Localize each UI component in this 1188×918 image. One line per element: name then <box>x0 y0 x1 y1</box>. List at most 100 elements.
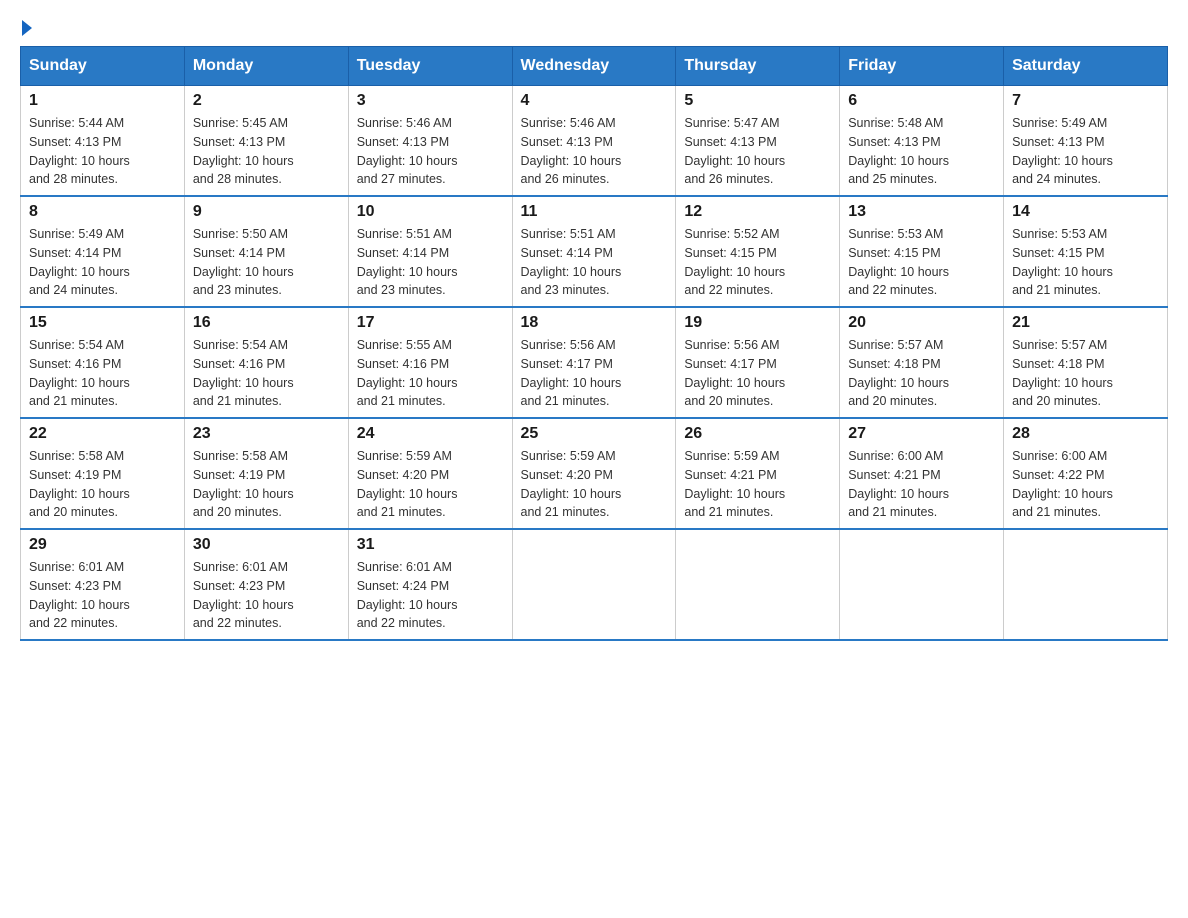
day-number: 25 <box>521 425 668 443</box>
day-number: 15 <box>29 314 176 332</box>
calendar-day-cell: 26 Sunrise: 5:59 AMSunset: 4:21 PMDayligh… <box>676 418 840 529</box>
logo-triangle-icon <box>22 20 32 36</box>
day-info: Sunrise: 5:47 AMSunset: 4:13 PMDaylight:… <box>684 114 831 189</box>
calendar-day-cell: 2 Sunrise: 5:45 AMSunset: 4:13 PMDaylight… <box>184 86 348 197</box>
day-info: Sunrise: 6:00 AMSunset: 4:22 PMDaylight:… <box>1012 447 1159 522</box>
day-number: 21 <box>1012 314 1159 332</box>
day-info: Sunrise: 5:54 AMSunset: 4:16 PMDaylight:… <box>29 336 176 411</box>
calendar-day-cell: 4 Sunrise: 5:46 AMSunset: 4:13 PMDaylight… <box>512 86 676 197</box>
day-number: 18 <box>521 314 668 332</box>
calendar-day-cell: 15 Sunrise: 5:54 AMSunset: 4:16 PMDayligh… <box>21 307 185 418</box>
day-info: Sunrise: 5:50 AMSunset: 4:14 PMDaylight:… <box>193 225 340 300</box>
day-info: Sunrise: 5:58 AMSunset: 4:19 PMDaylight:… <box>29 447 176 522</box>
day-info: Sunrise: 5:48 AMSunset: 4:13 PMDaylight:… <box>848 114 995 189</box>
day-info: Sunrise: 6:01 AMSunset: 4:24 PMDaylight:… <box>357 558 504 633</box>
calendar-day-cell: 16Sunrise: 5:54 AMSunset: 4:16 PMDayligh… <box>184 307 348 418</box>
day-info: Sunrise: 5:46 AMSunset: 4:13 PMDaylight:… <box>521 114 668 189</box>
day-number: 29 <box>29 536 176 554</box>
calendar-day-cell: 22 Sunrise: 5:58 AMSunset: 4:19 PMDayligh… <box>21 418 185 529</box>
calendar-day-cell: 18 Sunrise: 5:56 AMSunset: 4:17 PMDayligh… <box>512 307 676 418</box>
calendar-day-cell: 7 Sunrise: 5:49 AMSunset: 4:13 PMDaylight… <box>1004 86 1168 197</box>
calendar-day-cell: 19Sunrise: 5:56 AMSunset: 4:17 PMDayligh… <box>676 307 840 418</box>
day-number: 31 <box>357 536 504 554</box>
day-info: Sunrise: 5:49 AMSunset: 4:14 PMDaylight:… <box>29 225 176 300</box>
day-number: 4 <box>521 92 668 110</box>
day-number: 10 <box>357 203 504 221</box>
page-header <box>20 20 1168 36</box>
calendar-day-cell: 31 Sunrise: 6:01 AMSunset: 4:24 PMDayligh… <box>348 529 512 640</box>
weekday-header-wednesday: Wednesday <box>512 47 676 86</box>
calendar-day-cell: 21Sunrise: 5:57 AMSunset: 4:18 PMDayligh… <box>1004 307 1168 418</box>
day-info: Sunrise: 5:57 AMSunset: 4:18 PMDaylight:… <box>848 336 995 411</box>
weekday-header-monday: Monday <box>184 47 348 86</box>
day-info: Sunrise: 5:44 AMSunset: 4:13 PMDaylight:… <box>29 114 176 189</box>
calendar-day-cell: 5 Sunrise: 5:47 AMSunset: 4:13 PMDaylight… <box>676 86 840 197</box>
calendar-day-cell: 6 Sunrise: 5:48 AMSunset: 4:13 PMDaylight… <box>840 86 1004 197</box>
calendar-day-cell <box>840 529 1004 640</box>
day-number: 27 <box>848 425 995 443</box>
day-info: Sunrise: 5:59 AMSunset: 4:20 PMDaylight:… <box>521 447 668 522</box>
day-info: Sunrise: 6:01 AMSunset: 4:23 PMDaylight:… <box>193 558 340 633</box>
calendar-day-cell: 28Sunrise: 6:00 AMSunset: 4:22 PMDayligh… <box>1004 418 1168 529</box>
day-info: Sunrise: 6:00 AMSunset: 4:21 PMDaylight:… <box>848 447 995 522</box>
calendar-week-row: 15 Sunrise: 5:54 AMSunset: 4:16 PMDayligh… <box>21 307 1168 418</box>
calendar-day-cell: 13 Sunrise: 5:53 AMSunset: 4:15 PMDayligh… <box>840 196 1004 307</box>
weekday-header-thursday: Thursday <box>676 47 840 86</box>
day-number: 26 <box>684 425 831 443</box>
day-number: 3 <box>357 92 504 110</box>
day-info: Sunrise: 5:53 AMSunset: 4:15 PMDaylight:… <box>1012 225 1159 300</box>
calendar-day-cell: 8 Sunrise: 5:49 AMSunset: 4:14 PMDaylight… <box>21 196 185 307</box>
weekday-header-tuesday: Tuesday <box>348 47 512 86</box>
day-number: 22 <box>29 425 176 443</box>
calendar-day-cell: 29 Sunrise: 6:01 AMSunset: 4:23 PMDayligh… <box>21 529 185 640</box>
day-info: Sunrise: 5:45 AMSunset: 4:13 PMDaylight:… <box>193 114 340 189</box>
day-number: 17 <box>357 314 504 332</box>
day-info: Sunrise: 5:54 AMSunset: 4:16 PMDaylight:… <box>193 336 340 411</box>
weekday-header-row: SundayMondayTuesdayWednesdayThursdayFrid… <box>21 47 1168 86</box>
calendar-day-cell <box>512 529 676 640</box>
calendar-day-cell: 3 Sunrise: 5:46 AMSunset: 4:13 PMDaylight… <box>348 86 512 197</box>
day-number: 20 <box>848 314 995 332</box>
day-number: 9 <box>193 203 340 221</box>
calendar-week-row: 8 Sunrise: 5:49 AMSunset: 4:14 PMDaylight… <box>21 196 1168 307</box>
weekday-header-friday: Friday <box>840 47 1004 86</box>
day-info: Sunrise: 5:59 AMSunset: 4:21 PMDaylight:… <box>684 447 831 522</box>
day-number: 19 <box>684 314 831 332</box>
calendar-day-cell <box>676 529 840 640</box>
day-info: Sunrise: 5:51 AMSunset: 4:14 PMDaylight:… <box>357 225 504 300</box>
calendar-week-row: 22 Sunrise: 5:58 AMSunset: 4:19 PMDayligh… <box>21 418 1168 529</box>
calendar-day-cell: 11Sunrise: 5:51 AMSunset: 4:14 PMDayligh… <box>512 196 676 307</box>
day-number: 5 <box>684 92 831 110</box>
day-number: 8 <box>29 203 176 221</box>
day-info: Sunrise: 5:56 AMSunset: 4:17 PMDaylight:… <box>521 336 668 411</box>
day-number: 12 <box>684 203 831 221</box>
calendar-day-cell <box>1004 529 1168 640</box>
calendar-day-cell: 17Sunrise: 5:55 AMSunset: 4:16 PMDayligh… <box>348 307 512 418</box>
day-number: 2 <box>193 92 340 110</box>
day-number: 13 <box>848 203 995 221</box>
day-info: Sunrise: 5:46 AMSunset: 4:13 PMDaylight:… <box>357 114 504 189</box>
calendar-day-cell: 24 Sunrise: 5:59 AMSunset: 4:20 PMDayligh… <box>348 418 512 529</box>
calendar-day-cell: 27 Sunrise: 6:00 AMSunset: 4:21 PMDayligh… <box>840 418 1004 529</box>
day-number: 30 <box>193 536 340 554</box>
day-info: Sunrise: 5:58 AMSunset: 4:19 PMDaylight:… <box>193 447 340 522</box>
day-number: 6 <box>848 92 995 110</box>
day-info: Sunrise: 5:49 AMSunset: 4:13 PMDaylight:… <box>1012 114 1159 189</box>
day-number: 24 <box>357 425 504 443</box>
day-info: Sunrise: 6:01 AMSunset: 4:23 PMDaylight:… <box>29 558 176 633</box>
calendar-week-row: 29 Sunrise: 6:01 AMSunset: 4:23 PMDayligh… <box>21 529 1168 640</box>
day-info: Sunrise: 5:51 AMSunset: 4:14 PMDaylight:… <box>521 225 668 300</box>
weekday-header-saturday: Saturday <box>1004 47 1168 86</box>
calendar-day-cell: 9 Sunrise: 5:50 AMSunset: 4:14 PMDaylight… <box>184 196 348 307</box>
calendar-table: SundayMondayTuesdayWednesdayThursdayFrid… <box>20 46 1168 641</box>
day-info: Sunrise: 5:53 AMSunset: 4:15 PMDaylight:… <box>848 225 995 300</box>
calendar-week-row: 1Sunrise: 5:44 AMSunset: 4:13 PMDaylight… <box>21 86 1168 197</box>
day-info: Sunrise: 5:52 AMSunset: 4:15 PMDaylight:… <box>684 225 831 300</box>
calendar-day-cell: 30 Sunrise: 6:01 AMSunset: 4:23 PMDayligh… <box>184 529 348 640</box>
day-info: Sunrise: 5:59 AMSunset: 4:20 PMDaylight:… <box>357 447 504 522</box>
day-number: 7 <box>1012 92 1159 110</box>
calendar-day-cell: 20 Sunrise: 5:57 AMSunset: 4:18 PMDayligh… <box>840 307 1004 418</box>
calendar-day-cell: 1Sunrise: 5:44 AMSunset: 4:13 PMDaylight… <box>21 86 185 197</box>
day-number: 23 <box>193 425 340 443</box>
weekday-header-sunday: Sunday <box>21 47 185 86</box>
